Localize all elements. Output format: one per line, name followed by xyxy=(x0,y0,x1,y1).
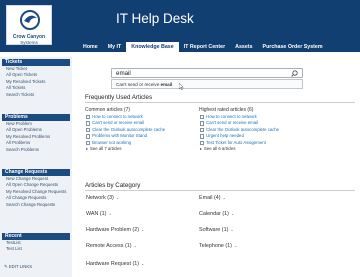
edit-links[interactable]: ✎ EDIT LINKS xyxy=(4,264,32,270)
frequent-articles-title: Frequently Used Articles xyxy=(85,94,153,101)
common-articles-list: How to connect to network Can't send or … xyxy=(86,114,206,152)
document-icon xyxy=(200,134,204,139)
nav-tab-knowledge-base[interactable]: Knowledge Base xyxy=(126,42,179,52)
nav-tab-my-it[interactable]: My IT xyxy=(103,42,127,52)
chevron-down-icon: ⌄ xyxy=(133,243,137,248)
document-icon xyxy=(86,140,90,145)
rated-articles-list: How to connect to network Can't send or … xyxy=(200,114,350,152)
caret-right-icon: ▸ xyxy=(86,145,89,151)
sidebar-heading-change-requests[interactable]: Change Requests xyxy=(2,169,70,176)
sidebar-item[interactable]: Test List xyxy=(2,246,70,252)
sidebar-section-change-requests: Change Requests New Change Request All O… xyxy=(2,169,70,208)
category-link[interactable]: Hardware Problem (2) ⌄ xyxy=(86,227,144,233)
edit-links-label: EDIT LINKS xyxy=(8,264,33,269)
top-nav: Home My IT Knowledge Base IT Report Cent… xyxy=(78,42,328,52)
search-suggestion[interactable]: Can't send or receive email xyxy=(111,79,303,89)
search-input-value: email xyxy=(116,70,131,77)
caret-right-icon: ▸ xyxy=(200,145,203,151)
sidebar-section-recent: Recent TestList Test List xyxy=(2,233,70,253)
mouse-cursor-icon xyxy=(179,83,184,90)
sidebar-item[interactable]: Search Tickets xyxy=(2,92,70,98)
document-icon xyxy=(86,134,90,139)
category-link[interactable]: Telephone (1) ⌄ xyxy=(199,243,237,249)
see-all-rated-link[interactable]: ▸ See all 6 articles xyxy=(200,146,350,152)
category-link[interactable]: Hardware Request (1) ⌄ xyxy=(86,261,144,267)
chevron-down-icon: ⌄ xyxy=(230,211,235,216)
sidebar-heading-problems[interactable]: Problems xyxy=(2,114,70,121)
chevron-down-icon: ⌄ xyxy=(233,243,238,248)
nav-tab-it-report-center[interactable]: IT Report Center xyxy=(179,42,231,52)
see-all-common-link[interactable]: ▸ See all 7 articles xyxy=(86,146,206,152)
chevron-down-icon: ⌄ xyxy=(108,211,112,216)
chevron-down-icon: ⌄ xyxy=(141,227,145,232)
logo-text-line2: Systems xyxy=(20,40,38,45)
company-logo[interactable]: Crow Canyon Systems xyxy=(6,5,52,45)
crow-logo-icon xyxy=(20,10,40,30)
sidebar-heading-tickets[interactable]: Tickets xyxy=(2,59,70,66)
sidebar-section-problems: Problems New Problem All Open Problems M… xyxy=(2,114,70,153)
document-icon xyxy=(86,115,90,120)
document-icon xyxy=(200,140,204,145)
section-divider xyxy=(85,190,355,191)
category-link[interactable]: Network (3) ⌄ xyxy=(86,195,119,201)
category-link[interactable]: Email (4) ⌄ xyxy=(199,195,226,201)
category-link[interactable]: Remote Access (1) ⌄ xyxy=(86,243,137,249)
rated-articles-heading: Highest rated articles (6) xyxy=(199,107,254,113)
chevron-down-icon: ⌄ xyxy=(141,261,145,266)
nav-tab-assets[interactable]: Assets xyxy=(230,42,257,52)
main-content: email Can't send or receive email Freque… xyxy=(76,57,360,277)
edit-links-icon: ✎ xyxy=(4,264,8,269)
sidebar-section-tickets: Tickets New Ticket All Open Tickets My R… xyxy=(2,59,70,98)
nav-tab-home[interactable]: Home xyxy=(78,42,103,52)
chevron-down-icon: ⌄ xyxy=(115,195,120,200)
category-link[interactable]: Software (1) ⌄ xyxy=(199,227,234,233)
section-divider xyxy=(85,102,355,103)
document-icon xyxy=(86,127,90,133)
common-articles-heading: Common articles (7) xyxy=(85,107,131,113)
search-icon[interactable] xyxy=(291,70,298,77)
chevron-down-icon: ⌄ xyxy=(230,227,234,232)
document-icon xyxy=(86,121,90,126)
category-link[interactable]: Calendar (1) ⌄ xyxy=(199,211,234,217)
sidebar: Tickets New Ticket All Open Tickets My R… xyxy=(0,57,72,277)
document-icon xyxy=(200,115,204,120)
sidebar-item[interactable]: Search Problems xyxy=(2,147,70,153)
categories-title: Articles by Category xyxy=(85,182,141,189)
app-title: IT Help Desk xyxy=(116,11,194,26)
sidebar-heading-recent: Recent xyxy=(2,233,70,240)
document-icon xyxy=(200,127,204,133)
document-icon xyxy=(200,121,204,126)
search-input[interactable]: email xyxy=(111,68,303,78)
header-bar: Crow Canyon Systems IT Help Desk Home My… xyxy=(0,0,360,52)
nav-tab-purchase-order-system[interactable]: Purchase Order System xyxy=(258,42,328,52)
chevron-down-icon: ⌄ xyxy=(222,195,226,200)
suggestion-text: Can't send or receive email xyxy=(116,82,173,87)
sidebar-item[interactable]: Search Change Requests xyxy=(2,202,70,208)
category-link[interactable]: WAN (1) ⌄ xyxy=(86,211,112,217)
